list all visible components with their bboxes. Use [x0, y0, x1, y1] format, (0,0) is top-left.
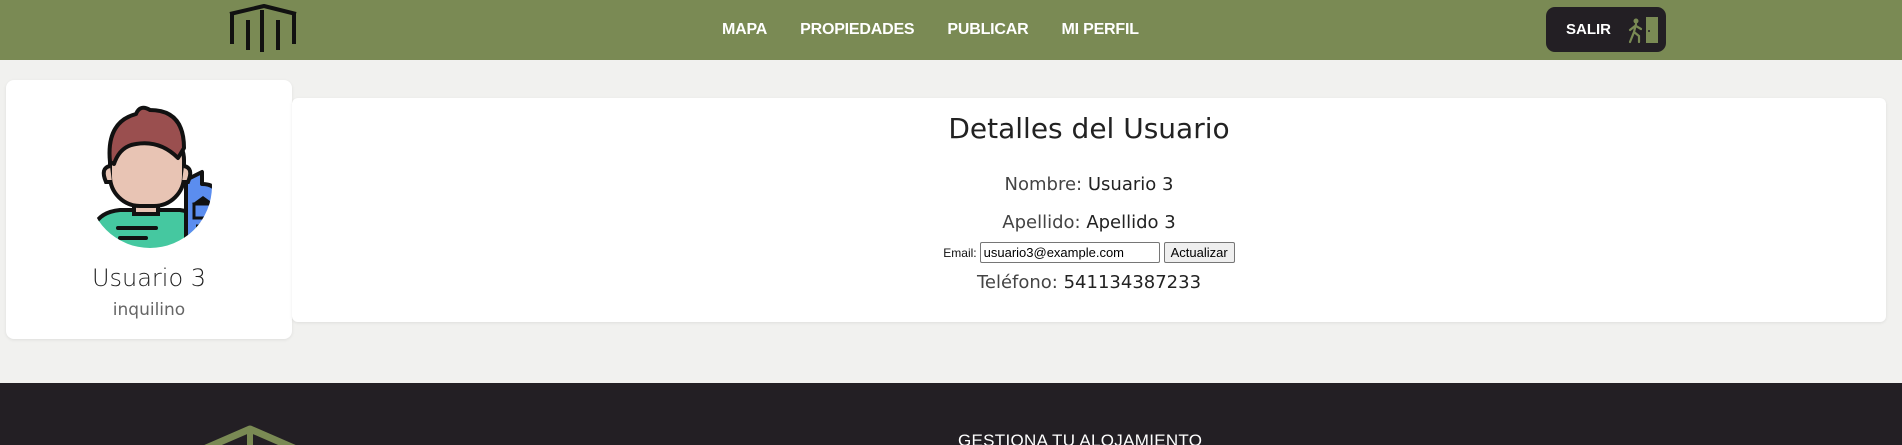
email-form: Email: Actualizar [292, 242, 1886, 263]
telefono-label: Teléfono: [976, 272, 1058, 293]
user-avatar-icon [88, 105, 212, 248]
nav-propiedades[interactable]: PROPIEDADES [800, 21, 914, 39]
update-email-button[interactable]: Actualizar [1163, 242, 1235, 263]
main-nav: MAPA PROPIEDADES PUBLICAR MI PERFIL [722, 0, 1172, 60]
nav-publicar[interactable]: PUBLICAR [947, 21, 1028, 39]
nav-mi-perfil[interactable]: MI PERFIL [1061, 21, 1139, 39]
footer-heading: GESTIONA TU ALOJAMIENTO [958, 431, 1203, 445]
page-footer: GESTIONA TU ALOJAMIENTO [0, 383, 1902, 445]
detail-apellido: Apellido: Apellido 3 [292, 212, 1886, 233]
user-details-card: Detalles del Usuario Nombre: Usuario 3 A… [292, 98, 1886, 322]
nav-mapa[interactable]: MAPA [722, 21, 767, 39]
apellido-label: Apellido: [1002, 212, 1081, 233]
detail-telefono: Teléfono: 541134387233 [292, 272, 1886, 293]
details-title: Detalles del Usuario [948, 112, 1230, 145]
nombre-label: Nombre: [1004, 174, 1083, 195]
profile-role: inquilino [112, 300, 186, 320]
detail-nombre: Nombre: Usuario 3 [292, 174, 1886, 195]
logout-label: SALIR [1566, 21, 1611, 38]
nombre-value: Usuario 3 [1087, 174, 1174, 195]
telefono-value: 541134387233 [1063, 272, 1202, 293]
roof-logo-icon [204, 425, 296, 445]
exit-door-icon [1628, 16, 1658, 43]
profile-name: Usuario 3 [91, 264, 207, 292]
apellido-value: Apellido 3 [1086, 212, 1176, 233]
profile-card: Usuario 3 inquilino [6, 80, 292, 339]
logout-button[interactable]: SALIR [1546, 7, 1666, 52]
email-label: Email: [943, 245, 977, 260]
email-field[interactable] [979, 242, 1160, 263]
building-logo-icon[interactable] [226, 4, 300, 54]
top-navbar: MAPA PROPIEDADES PUBLICAR MI PERFIL SALI… [0, 0, 1902, 60]
